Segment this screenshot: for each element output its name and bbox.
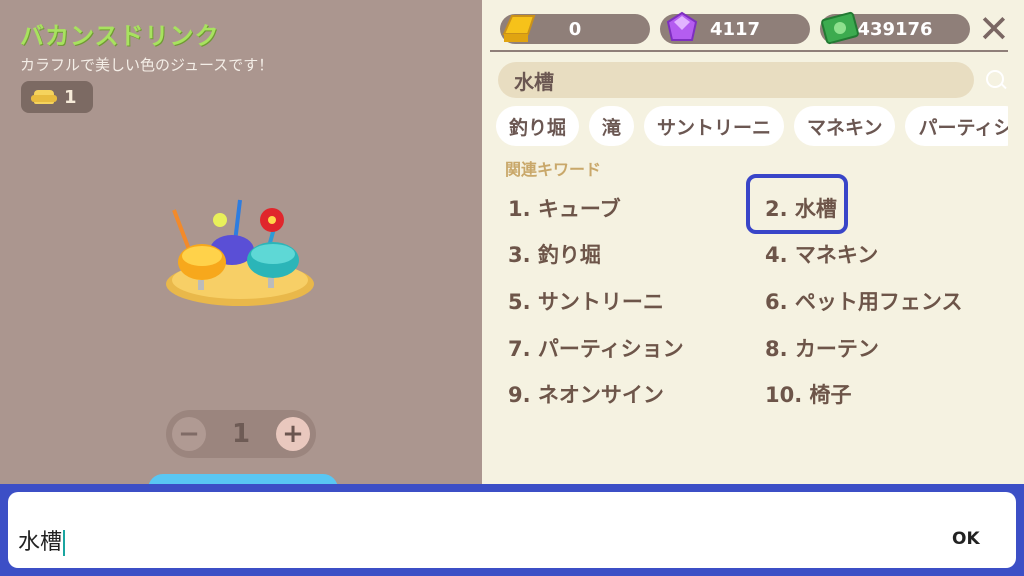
keyword-item[interactable]: 9. ネオンサイン bbox=[508, 379, 664, 409]
keyword-item[interactable]: 8. カーテン bbox=[765, 333, 879, 363]
gold-counter: 0 bbox=[500, 14, 650, 44]
tag-chip[interactable]: パーティシ bbox=[905, 106, 1008, 146]
keyword-item[interactable]: 3. 釣り堀 bbox=[508, 239, 601, 269]
gold-bar-icon bbox=[502, 15, 536, 42]
input-text: 水槽 bbox=[18, 530, 63, 555]
item-title: バカンスドリンク bbox=[20, 22, 220, 50]
vacation-drink-image bbox=[166, 199, 314, 306]
text-caret bbox=[63, 530, 66, 556]
decrease-button[interactable]: − bbox=[172, 417, 206, 451]
quantity-stepper: − 1 + bbox=[166, 410, 316, 458]
ok-button[interactable]: OK bbox=[952, 529, 980, 549]
keyword-item[interactable]: 10. 椅子 bbox=[765, 379, 852, 409]
tag-chip-row: 釣り堀 滝 サントリーニ マネキン パーティシ bbox=[496, 106, 1008, 148]
text-input-field[interactable]: 水槽 OK bbox=[8, 492, 1016, 568]
search-input[interactable]: 水槽 bbox=[498, 62, 974, 98]
gem-counter: 4117 bbox=[660, 11, 810, 44]
cash-icon bbox=[821, 11, 859, 45]
search-icon[interactable] bbox=[986, 70, 1004, 88]
owned-count-badge: 1 bbox=[21, 81, 93, 113]
sofa-icon bbox=[31, 90, 57, 104]
text-input-bar: 水槽 OK bbox=[0, 484, 1024, 576]
gem-amount: 4117 bbox=[709, 18, 761, 40]
tag-chip[interactable]: 滝 bbox=[589, 106, 635, 146]
close-button[interactable]: ✕ bbox=[978, 10, 1010, 48]
gold-amount: 0 bbox=[568, 18, 582, 40]
keyword-item[interactable]: 7. パーティション bbox=[508, 333, 684, 363]
owned-count: 1 bbox=[64, 86, 77, 108]
tag-chip[interactable]: サントリーニ bbox=[644, 106, 785, 146]
tag-chip[interactable]: マネキン bbox=[794, 106, 896, 146]
related-keywords-title: 関連キワード bbox=[505, 160, 602, 179]
keyword-item[interactable]: 1. キューブ bbox=[508, 193, 621, 223]
keyword-item[interactable]: 4. マネキン bbox=[765, 239, 878, 269]
gem-icon bbox=[666, 11, 698, 41]
keyword-item[interactable]: 6. ペット用フェンス bbox=[765, 286, 962, 316]
keyword-item[interactable]: 2. 水槽 bbox=[765, 193, 837, 223]
tag-chip[interactable]: 釣り堀 bbox=[496, 106, 580, 146]
keyword-item[interactable]: 5. サントリーニ bbox=[508, 286, 664, 316]
cash-amount: 439176 bbox=[857, 18, 933, 40]
quantity-value: 1 bbox=[231, 419, 251, 449]
item-description: カラフルで美しい色のジュースです！ bbox=[20, 56, 274, 74]
increase-button[interactable]: + bbox=[276, 417, 310, 451]
divider bbox=[490, 50, 1008, 52]
cash-counter: 439176 bbox=[820, 11, 970, 45]
